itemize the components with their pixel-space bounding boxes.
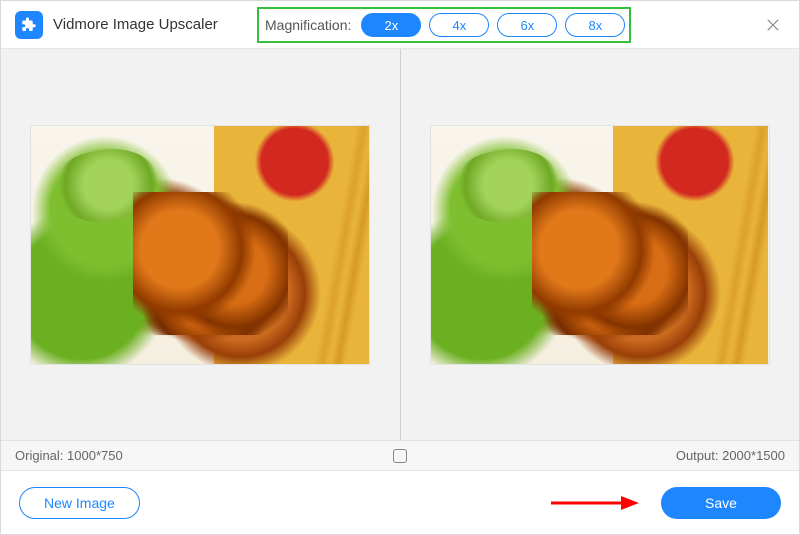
preview-area [1,49,799,440]
original-pane [1,49,400,440]
original-dimensions: Original: 1000*750 [15,448,400,463]
app-title: Vidmore Image Upscaler [53,16,218,33]
close-icon [764,16,782,34]
output-dimensions: Output: 2000*1500 [400,448,785,463]
annotation-arrow [549,493,639,513]
original-image [30,125,370,365]
magnification-option-8x[interactable]: 8x [565,13,625,37]
magnification-group: Magnification: 2x 4x 6x 8x [257,7,631,43]
output-image [430,125,770,365]
compare-toggle-icon[interactable] [393,449,407,463]
output-pane [401,49,800,440]
new-image-button[interactable]: New Image [19,487,140,519]
header-bar: Vidmore Image Upscaler Magnification: 2x… [1,1,799,49]
puzzle-icon [20,16,38,34]
magnification-option-2x[interactable]: 2x [361,13,421,37]
app-logo [15,11,43,39]
close-button[interactable] [755,7,791,43]
footer-bar: New Image Save [1,470,799,534]
info-bar: Original: 1000*750 Output: 2000*1500 [1,440,799,470]
food-photo-original [31,126,369,364]
food-photo-output [431,126,769,364]
app-window: Vidmore Image Upscaler Magnification: 2x… [0,0,800,535]
magnification-option-4x[interactable]: 4x [429,13,489,37]
save-button[interactable]: Save [661,487,781,519]
magnification-option-6x[interactable]: 6x [497,13,557,37]
magnification-label: Magnification: [265,17,351,33]
